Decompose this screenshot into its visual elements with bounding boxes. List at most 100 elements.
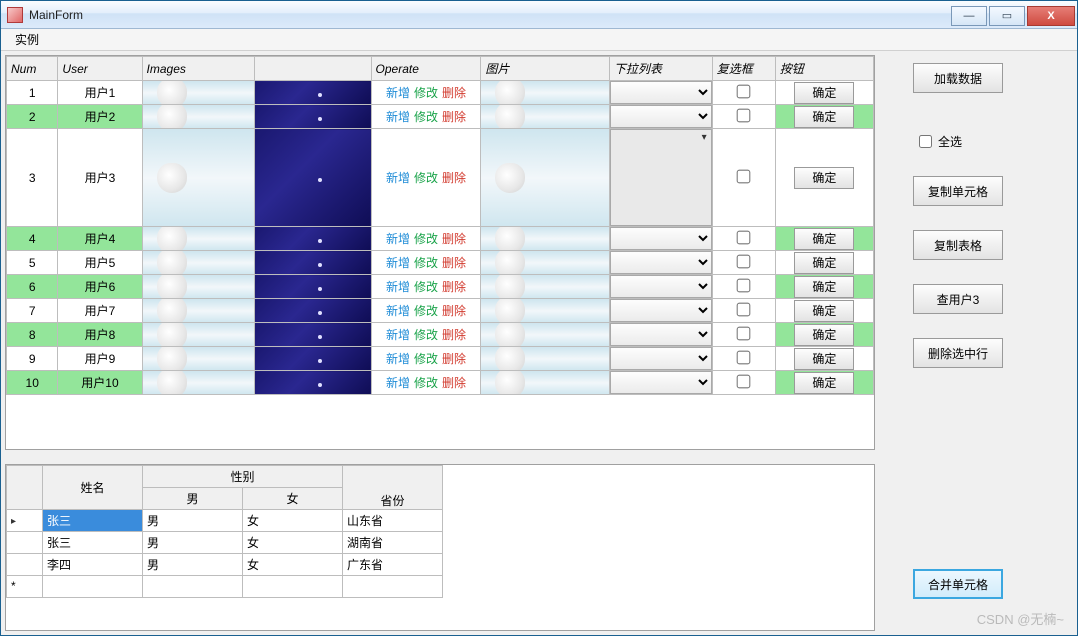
cell-num[interactable]: 4 (7, 227, 58, 251)
operate-delete-link[interactable]: 删除 (442, 256, 466, 270)
cell-pic[interactable] (481, 129, 610, 227)
cell-user[interactable]: 用户7 (58, 299, 142, 323)
confirm-button[interactable]: 确定 (794, 276, 854, 298)
operate-edit-link[interactable]: 修改 (414, 256, 438, 270)
delete-selected-button[interactable]: 删除选中行 (913, 338, 1003, 368)
cell-num[interactable]: 1 (7, 81, 58, 105)
empty-cell[interactable] (43, 575, 143, 597)
load-data-button[interactable]: 加载数据 (913, 63, 1003, 93)
row-checkbox[interactable] (737, 374, 751, 388)
table-row[interactable]: 李四男女广东省 (7, 553, 443, 575)
dropdown-select[interactable] (610, 81, 712, 104)
col-user[interactable]: User (58, 57, 142, 81)
table-row[interactable]: 3用户3新增修改删除确定 (7, 129, 874, 227)
titlebar[interactable]: MainForm — ▭ X (1, 1, 1077, 29)
confirm-button[interactable]: 确定 (794, 300, 854, 322)
operate-add-link[interactable]: 新增 (386, 376, 410, 390)
operate-delete-link[interactable]: 删除 (442, 352, 466, 366)
cell-image-fox[interactable] (142, 227, 254, 251)
menu-instance[interactable]: 实例 (7, 29, 47, 50)
select-all-checkbox[interactable]: 全选 (919, 133, 1065, 150)
cell-image-fox[interactable] (142, 347, 254, 371)
operate-add-link[interactable]: 新增 (386, 232, 410, 246)
col-female[interactable]: 女 (243, 487, 343, 509)
row-checkbox[interactable] (737, 302, 751, 316)
confirm-button[interactable]: 确定 (794, 252, 854, 274)
operate-add-link[interactable]: 新增 (386, 328, 410, 342)
operate-edit-link[interactable]: 修改 (414, 232, 438, 246)
confirm-button[interactable]: 确定 (794, 348, 854, 370)
row-checkbox[interactable] (737, 169, 751, 183)
cell-num[interactable]: 9 (7, 347, 58, 371)
cell-user[interactable]: 用户2 (58, 105, 142, 129)
cell-image-dark[interactable] (254, 323, 371, 347)
copy-table-button[interactable]: 复制表格 (913, 230, 1003, 260)
operate-add-link[interactable]: 新增 (386, 280, 410, 294)
cell-num[interactable]: 7 (7, 299, 58, 323)
cell-province[interactable]: 山东省 (343, 509, 443, 531)
dropdown-select[interactable] (610, 275, 712, 298)
table-row[interactable]: 4用户4新增修改删除确定 (7, 227, 874, 251)
dropdown-select[interactable] (610, 227, 712, 250)
select-all-input[interactable] (919, 135, 932, 148)
operate-add-link[interactable]: 新增 (386, 256, 410, 270)
operate-delete-link[interactable]: 删除 (442, 328, 466, 342)
merge-cell-button[interactable]: 合并单元格 (913, 569, 1003, 599)
new-row[interactable]: * (7, 575, 443, 597)
col-num[interactable]: Num (7, 57, 58, 81)
cell-image-fox[interactable] (142, 371, 254, 395)
cell-image-fox[interactable] (142, 251, 254, 275)
operate-edit-link[interactable]: 修改 (414, 86, 438, 100)
cell-province[interactable]: 湖南省 (343, 531, 443, 553)
operate-edit-link[interactable]: 修改 (414, 110, 438, 124)
table-row[interactable]: 张三男女湖南省 (7, 531, 443, 553)
operate-add-link[interactable]: 新增 (386, 352, 410, 366)
table-row[interactable]: 6用户6新增修改删除确定 (7, 275, 874, 299)
table-row[interactable]: 1用户1新增修改删除确定 (7, 81, 874, 105)
operate-edit-link[interactable]: 修改 (414, 280, 438, 294)
cell-image-dark[interactable] (254, 275, 371, 299)
cell-pic[interactable] (481, 81, 610, 105)
cell-num[interactable]: 6 (7, 275, 58, 299)
row-checkbox[interactable] (737, 326, 751, 340)
cell-pic[interactable] (481, 251, 610, 275)
cell-female[interactable]: 女 (243, 509, 343, 531)
minimize-button[interactable]: — (951, 6, 987, 26)
operate-edit-link[interactable]: 修改 (414, 328, 438, 342)
table-row[interactable]: 8用户8新增修改删除确定 (7, 323, 874, 347)
table-row[interactable]: 张三男女山东省 (7, 509, 443, 531)
dropdown-select[interactable] (610, 299, 712, 322)
cell-image-fox[interactable] (142, 105, 254, 129)
operate-delete-link[interactable]: 删除 (442, 232, 466, 246)
table-row[interactable]: 10用户10新增修改删除确定 (7, 371, 874, 395)
cell-num[interactable]: 5 (7, 251, 58, 275)
row-checkbox[interactable] (737, 84, 751, 98)
cell-male[interactable]: 男 (143, 509, 243, 531)
col-operate[interactable]: Operate (371, 57, 481, 81)
cell-province[interactable]: 广东省 (343, 553, 443, 575)
cell-image-dark[interactable] (254, 251, 371, 275)
cell-user[interactable]: 用户8 (58, 323, 142, 347)
operate-delete-link[interactable]: 删除 (442, 171, 466, 185)
confirm-button[interactable]: 确定 (794, 372, 854, 394)
cell-image-fox[interactable] (142, 129, 254, 227)
confirm-button[interactable]: 确定 (794, 324, 854, 346)
datagrid-main[interactable]: Num User Images Operate 图片 下拉列表 复选框 按钮 1… (5, 55, 875, 450)
row-checkbox[interactable] (737, 254, 751, 268)
confirm-button[interactable]: 确定 (794, 167, 854, 189)
cell-male[interactable]: 男 (143, 553, 243, 575)
cell-pic[interactable] (481, 227, 610, 251)
cell-num[interactable]: 3 (7, 129, 58, 227)
cell-image-fox[interactable] (142, 81, 254, 105)
cell-user[interactable]: 用户5 (58, 251, 142, 275)
operate-add-link[interactable]: 新增 (386, 110, 410, 124)
col-images2[interactable] (254, 57, 371, 81)
cell-user[interactable]: 用户4 (58, 227, 142, 251)
cell-image-dark[interactable] (254, 371, 371, 395)
operate-delete-link[interactable]: 删除 (442, 304, 466, 318)
row-header[interactable] (7, 509, 43, 531)
cell-name[interactable]: 李四 (43, 553, 143, 575)
row-header-corner[interactable] (7, 465, 43, 509)
dropdown-select[interactable] (610, 371, 712, 394)
cell-user[interactable]: 用户3 (58, 129, 142, 227)
